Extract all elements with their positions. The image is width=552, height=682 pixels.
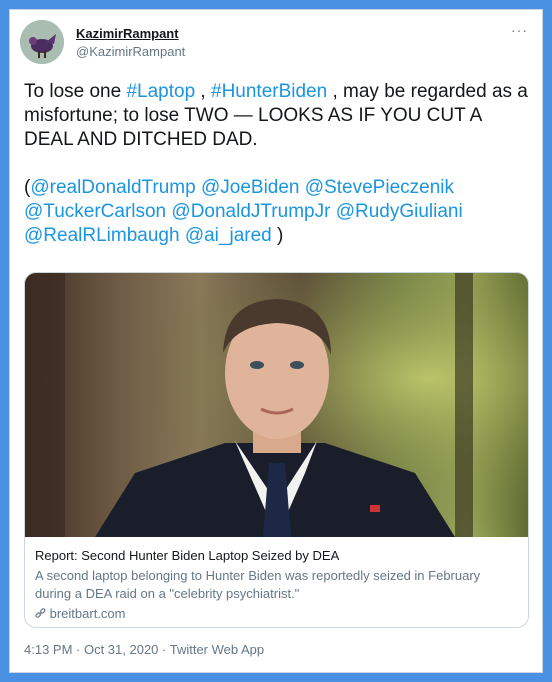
mention-rudygiuliani[interactable]: @RudyGiuliani — [336, 201, 463, 222]
link-preview-domain: breitbart.com — [35, 605, 518, 623]
screenshot-frame: KazimirRampant @KazimirRampant ··· To lo… — [5, 5, 547, 677]
mention-stevepieczenik[interactable]: @StevePieczenik — [305, 177, 454, 198]
tweet-text: To lose one #Laptop , #HunterBiden , may… — [24, 80, 529, 248]
tweet-paragraph: To lose one #Laptop , #HunterBiden , may… — [24, 80, 529, 152]
mention-tuckercarlson[interactable]: @TuckerCarlson — [24, 201, 166, 222]
user-handle[interactable]: @KazimirRampant — [76, 44, 185, 59]
link-preview-card[interactable]: Report: Second Hunter Biden Laptop Seize… — [24, 272, 529, 628]
display-name[interactable]: KazimirRampant — [76, 26, 179, 41]
link-icon — [35, 606, 50, 621]
avatar[interactable] — [20, 20, 64, 64]
mentions-paragraph: (@realDonaldTrump @JoeBiden @StevePiecze… — [24, 176, 529, 248]
link-domain-text: breitbart.com — [49, 606, 126, 621]
tweet-card: KazimirRampant @KazimirRampant ··· To lo… — [9, 9, 543, 673]
mention-ai-jared[interactable]: @ai_jared — [185, 225, 272, 246]
link-preview-image[interactable] — [25, 273, 528, 537]
mention-realdonaldtrump[interactable]: @realDonaldTrump — [30, 177, 195, 198]
tweet-timestamp[interactable]: 4:13 PM · Oct 31, 2020 · Twitter Web App — [24, 642, 264, 657]
tweet-header: KazimirRampant @KazimirRampant ··· — [20, 20, 532, 68]
link-preview-description: A second laptop belonging to Hunter Bide… — [35, 568, 481, 601]
link-preview-title: Report: Second Hunter Biden Laptop Seize… — [35, 548, 340, 563]
tweet-text-segment: To lose one — [24, 81, 127, 102]
paren-close: ) — [271, 225, 284, 246]
tweet-text-segment: , — [195, 81, 211, 102]
link-preview-meta: Report: Second Hunter Biden Laptop Seize… — [35, 547, 518, 623]
hashtag-hunterbiden[interactable]: #HunterBiden — [211, 81, 327, 102]
mention-joebiden[interactable]: @JoeBiden — [201, 177, 300, 198]
mention-donaldjtrumpjr[interactable]: @DonaldJTrumpJr — [171, 201, 330, 222]
mention-realrlimbaugh[interactable]: @RealRLimbaugh — [24, 225, 180, 246]
more-options-icon[interactable]: ··· — [511, 22, 528, 38]
hashtag-laptop[interactable]: #Laptop — [126, 81, 195, 102]
